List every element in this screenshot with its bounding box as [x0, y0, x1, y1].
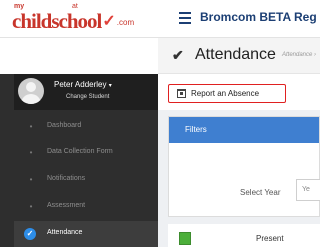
sidebar-item-assessment[interactable]: • Assessment	[14, 194, 158, 220]
bell-icon: •	[29, 175, 33, 184]
avatar	[18, 78, 44, 104]
logo-at-text: at	[72, 3, 78, 10]
page-title: Attendance	[195, 46, 276, 63]
present-label: Present	[256, 234, 284, 243]
check-icon: ✓	[24, 228, 36, 240]
filters-panel: Filters Select Year Ye	[168, 116, 320, 217]
calendar-icon	[177, 89, 186, 98]
filters-heading[interactable]: Filters	[169, 117, 319, 143]
pencil-icon: •	[29, 202, 33, 211]
main-content: Report an Absence Filters Select Year Ye…	[158, 74, 320, 247]
present-color-swatch	[179, 232, 191, 245]
select-year-dropdown[interactable]: Ye	[296, 179, 320, 201]
checkmark-icon: ✔	[172, 47, 184, 63]
action-bar: Report an Absence	[158, 74, 320, 110]
sidebar: Peter Adderley ▾ Change Student • Dashbo…	[0, 74, 158, 247]
logo-child-text: child	[12, 9, 52, 33]
chevron-down-icon: ▾	[108, 83, 112, 89]
sidebar-item-label: Attendance	[47, 229, 83, 236]
user-name-text: Peter Adderley	[54, 80, 107, 89]
app-root: my child at school ✓ .com Bromcom BETA R…	[0, 0, 320, 247]
sidebar-item-data-collection-form[interactable]: • Data Collection Form	[14, 140, 158, 166]
logo-my-text: my	[14, 3, 25, 10]
sidebar-item-label: Notifications	[47, 175, 86, 182]
logo-com-text: .com	[116, 18, 135, 27]
legend-row-present: Present	[168, 224, 320, 247]
sidebar-item-label: Dashboard	[47, 122, 82, 129]
mychildatschool-logo[interactable]: my child at school ✓ .com	[12, 3, 135, 34]
person-icon: •	[29, 148, 33, 157]
hamburger-menu-icon[interactable]	[179, 12, 191, 24]
change-student-link[interactable]: Change Student	[66, 94, 109, 100]
sidebar-item-label: Data Collection Form	[47, 148, 113, 155]
sidebar-item-label: Assessment	[47, 202, 86, 209]
select-year-label: Select Year	[240, 188, 281, 197]
report-absence-button[interactable]: Report an Absence	[168, 84, 286, 103]
page-title-bar: ✔ Attendance Attendance ›	[158, 38, 320, 74]
top-bar: my child at school ✓ .com Bromcom BETA R…	[0, 0, 320, 38]
sidebar-item-attendance[interactable]: ✓ Attendance	[14, 221, 158, 247]
logo-check-icon: ✓	[102, 13, 116, 30]
report-absence-label: Report an Absence	[191, 89, 260, 98]
sidebar-item-dashboard[interactable]: • Dashboard	[14, 114, 158, 140]
logo-school-text: school	[51, 9, 102, 33]
app-name: Bromcom BETA Reg	[200, 10, 317, 24]
dashboard-icon: •	[29, 122, 33, 131]
user-name[interactable]: Peter Adderley ▾	[54, 80, 112, 89]
sidebar-item-notifications[interactable]: • Notifications	[14, 167, 158, 193]
page-breadcrumb: Attendance ›	[282, 52, 317, 58]
user-switcher[interactable]: Peter Adderley ▾ Change Student	[14, 74, 158, 110]
